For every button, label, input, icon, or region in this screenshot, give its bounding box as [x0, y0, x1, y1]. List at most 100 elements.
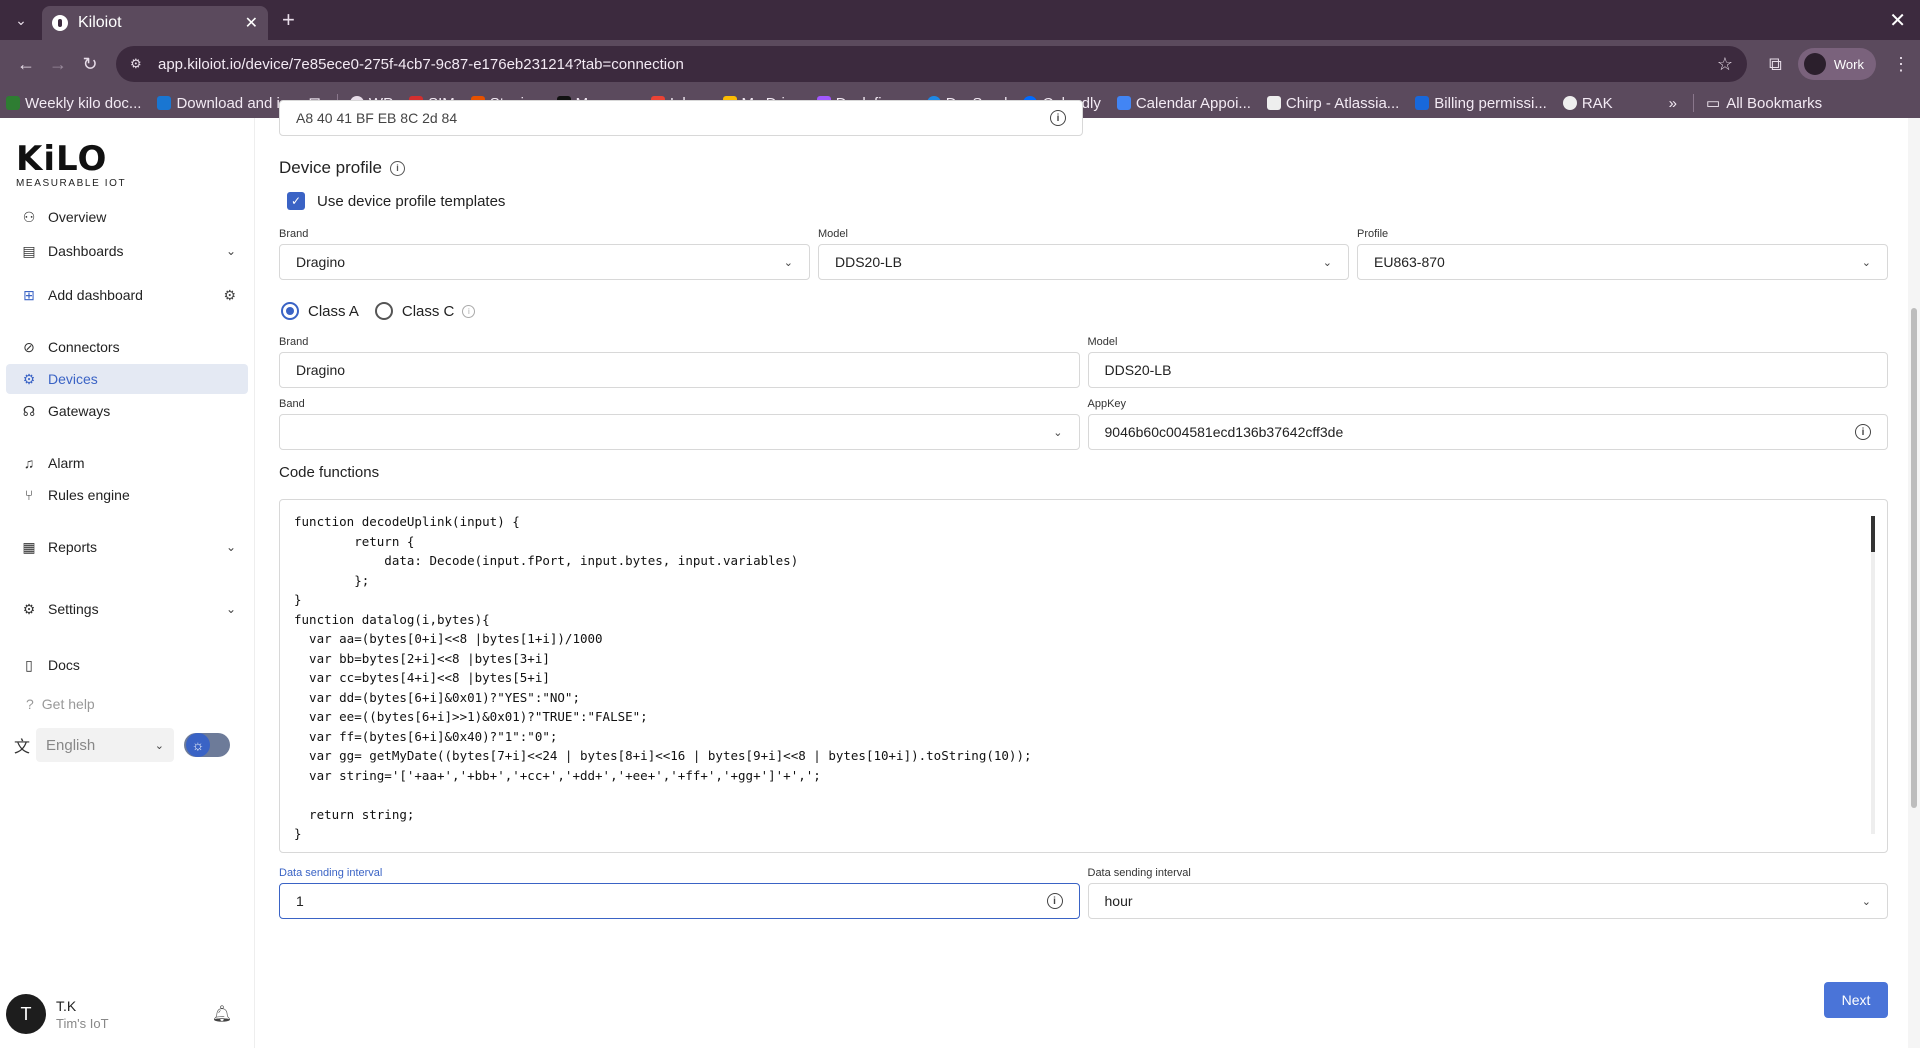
language-select[interactable]: English ⌄ — [36, 728, 175, 762]
class-a-radio-row[interactable]: Class A — [281, 302, 359, 320]
code-editor-text[interactable]: function decodeUplink(input) { return { … — [280, 500, 1887, 852]
sidebar-item-label: Devices — [48, 371, 98, 387]
sidebar-item-alarm[interactable]: ♫ Alarm — [6, 448, 248, 478]
sidebar-item-rules-engine[interactable]: ⑂ Rules engine — [6, 480, 248, 510]
info-icon[interactable]: i — [390, 160, 405, 176]
sidebar-item-overview[interactable]: ⚇ Overview — [6, 202, 248, 232]
more-bookmarks-icon[interactable]: » — [1669, 95, 1677, 112]
bookmark-star-icon[interactable]: ☆ — [1717, 54, 1733, 75]
close-tab-icon[interactable]: ✕ — [245, 13, 258, 33]
use-templates-checkbox[interactable]: ✓ — [287, 192, 305, 210]
sidebar-item-devices[interactable]: ⚙ Devices — [6, 364, 248, 394]
browser-tab[interactable]: Kiloiot ✕ — [42, 6, 268, 40]
bookmark-item[interactable]: RAK — [1562, 95, 1613, 112]
brand-input[interactable]: Dragino — [279, 352, 1080, 388]
code-editor-scrollbar[interactable] — [1871, 516, 1875, 834]
appkey-value[interactable]: 9046b60c004581ecd136b37642cff3de — [1105, 424, 1344, 440]
model-select-value: DDS20-LB — [835, 254, 902, 270]
appkey-input[interactable]: 9046b60c004581ecd136b37642cff3de i — [1087, 414, 1888, 450]
info-icon[interactable]: i — [1050, 110, 1066, 126]
info-icon[interactable]: i — [462, 304, 476, 318]
address-bar-row: ← → ↻ ⚙ app.kiloiot.io/device/7e85ece0-2… — [0, 40, 1920, 88]
device-eui-value[interactable]: A8 40 41 BF EB 8C 2d 84 — [296, 110, 457, 126]
sidebar-item-settings[interactable]: ⚙ Settings ⌄ — [6, 594, 248, 624]
profile-avatar — [1803, 53, 1826, 75]
appkey-label: AppKey — [1087, 398, 1127, 410]
model-input-value[interactable]: DDS20-LB — [1105, 362, 1172, 378]
get-help-link[interactable]: ? Get help — [26, 696, 254, 712]
bookmark-item[interactable]: Chirp - Atlassia... — [1266, 94, 1400, 112]
sidebar-item-reports[interactable]: ▦ Reports ⌄ — [6, 532, 248, 562]
forward-arrow-icon[interactable]: → — [42, 54, 74, 75]
tab-search-chevron-icon[interactable]: ⌄ — [6, 5, 36, 35]
model-input[interactable]: DDS20-LB — [1087, 352, 1888, 388]
report-icon: ▦ — [22, 538, 36, 555]
info-icon[interactable]: i — [1855, 424, 1871, 440]
user-icon: ⚇ — [22, 208, 36, 225]
code-functions-title-text: Code functions — [279, 464, 380, 481]
sidebar-nav: ⚇ Overview ▤ Dashboards ⌄ ⊞ Add dashboard ⚙ ⊘… — [0, 202, 254, 680]
brand-select[interactable]: Dragino ⌄ — [279, 244, 810, 280]
bookmark-item[interactable]: Calendar Appoi... — [1116, 95, 1251, 112]
sidebar-item-gateways[interactable]: ☊ Gateways — [6, 396, 248, 426]
code-editor[interactable]: function decodeUplink(input) { return { … — [279, 499, 1888, 853]
model-select[interactable]: DDS20-LB ⌄ — [818, 244, 1349, 280]
model2-label: Model — [1087, 336, 1118, 348]
bookmark-item[interactable]: Weekly kilo doc... — [6, 95, 141, 112]
kilo-logo[interactable]: KiLO MEASURABLE IOT — [16, 142, 254, 190]
sidebar-item-docs[interactable]: ▯ Docs — [6, 650, 248, 680]
profile-button[interactable]: Work — [1797, 48, 1876, 80]
sidebar-item-label: Rules engine — [48, 487, 130, 503]
bookmark-label: Chirp - Atlassia... — [1285, 94, 1400, 112]
sidebar-item-label: Overview — [48, 209, 107, 225]
profile-label: Profile — [1357, 228, 1389, 240]
use-templates-checkbox-row[interactable]: ✓ Use device profile templates — [287, 192, 1888, 210]
sidebar-item-add-dashboard[interactable]: ⊞ Add dashboard ⚙ — [6, 280, 248, 310]
url-text[interactable]: app.kiloiot.io/device/7e85ece0-275f-4cb7… — [158, 56, 1717, 73]
new-tab-icon[interactable]: + — [282, 7, 295, 33]
window-close-icon[interactable]: ✕ — [1889, 8, 1906, 33]
sidebar-item-connectors[interactable]: ⊘ Connectors — [6, 332, 248, 362]
page-scrollbar-thumb[interactable] — [1911, 308, 1917, 808]
all-bookmarks[interactable]: ▭ All Bookmarks — [1706, 94, 1822, 113]
main-content: A8 40 41 BF EB 8C 2d 84 i Device profile… — [254, 100, 1920, 1048]
page-scrollbar[interactable] — [1908, 118, 1920, 1048]
interval-unit-select[interactable]: hour ⌄ — [1087, 883, 1888, 919]
back-arrow-icon[interactable]: ← — [10, 54, 42, 75]
language-row: 文 English ⌄ ☼ — [14, 728, 254, 762]
extensions-icon[interactable]: ⧉ — [1769, 54, 1782, 75]
class-c-radio[interactable] — [374, 302, 393, 320]
next-button[interactable]: Next — [1824, 982, 1888, 1018]
profile-select[interactable]: EU863-870 ⌄ — [1357, 244, 1888, 280]
class-a-radio[interactable] — [281, 302, 299, 320]
user-name: T.K — [56, 997, 77, 1014]
bookmark-item[interactable]: Billing permissi... — [1415, 95, 1547, 112]
interval-input[interactable]: 1i — [279, 883, 1080, 919]
device-eui-field[interactable]: A8 40 41 BF EB 8C 2d 84 i — [279, 100, 1083, 136]
sidebar-item-label: Connectors — [48, 339, 120, 355]
app-root: KiLO MEASURABLE IOT ⚇ Overview ▤ Dashboard… — [0, 100, 1920, 1048]
sidebar-item-dashboards[interactable]: ▤ Dashboards ⌄ — [6, 236, 248, 266]
use-templates-label: Use device profile templates — [317, 192, 506, 210]
theme-toggle[interactable]: ☼ — [184, 733, 231, 757]
reload-icon[interactable]: ↻ — [74, 54, 106, 75]
bookmark-item[interactable]: Download and i... — [157, 95, 292, 112]
code-editor-scrollbar-thumb[interactable] — [1871, 516, 1875, 552]
device-profile-title: Device profile i — [279, 158, 1888, 178]
chevron-down-icon: ⌄ — [225, 540, 236, 554]
brand-input-value[interactable]: Dragino — [296, 362, 345, 378]
user-profile[interactable]: T T.K Tim's IoT 🔔︎ — [6, 994, 246, 1034]
browser-menu-icon[interactable]: ⋮ — [1892, 54, 1910, 75]
url-omnibox[interactable]: ⚙ app.kiloiot.io/device/7e85ece0-275f-4c… — [116, 46, 1748, 82]
site-settings-icon[interactable]: ⚙ — [130, 56, 146, 72]
bookmark-divider — [1693, 94, 1695, 112]
notification-bell-icon[interactable]: 🔔︎ — [212, 1004, 232, 1024]
interval-value[interactable]: 1 — [296, 893, 304, 909]
band-select[interactable]: ⌄ — [279, 414, 1080, 450]
info-icon[interactable]: i — [1046, 893, 1063, 909]
gear-icon[interactable]: ⚙ — [223, 287, 236, 304]
tab-title: Kiloiot — [78, 14, 122, 31]
kiloiot-favicon-icon — [52, 15, 68, 31]
interval-unit-value: hour — [1104, 893, 1133, 909]
class-c-radio-row[interactable]: Class C i — [374, 302, 476, 320]
